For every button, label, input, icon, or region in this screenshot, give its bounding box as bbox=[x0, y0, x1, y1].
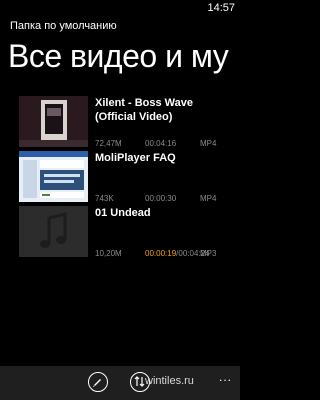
item-format: MP3 bbox=[200, 249, 217, 258]
status-bar: 14:57 bbox=[0, 0, 240, 16]
item-title: 01 Undead bbox=[95, 207, 151, 219]
item-size: 10,20M bbox=[95, 249, 122, 258]
title-container: Все видео и му bbox=[0, 30, 240, 80]
item-meta: 72,47M 00:04:16 MP4 bbox=[0, 139, 240, 149]
item-size: 743K bbox=[95, 194, 114, 203]
item-format: MP4 bbox=[200, 139, 217, 148]
video-list: Xilent - Boss Wave (Official Video) 72,4… bbox=[0, 96, 240, 261]
page-title[interactable]: Все видео и му bbox=[8, 34, 229, 78]
watermark: wintiles.ru bbox=[145, 375, 194, 387]
list-item[interactable]: MoliPlayer FAQ 743K 00:00:30 MP4 bbox=[0, 151, 240, 206]
played-time: 00:00:19 bbox=[145, 249, 177, 258]
clock: 14:57 bbox=[207, 2, 235, 14]
edit-button[interactable] bbox=[88, 372, 108, 392]
item-meta: 10,20M 00:00:19/00:04:24 MP3 bbox=[0, 249, 240, 259]
more-button[interactable]: ... bbox=[219, 370, 232, 384]
item-size: 72,47M bbox=[95, 139, 122, 148]
item-duration: 00:00:30 bbox=[145, 194, 177, 203]
item-title: MoliPlayer FAQ bbox=[95, 152, 176, 164]
app-bar: wintiles.ru ... bbox=[0, 366, 240, 400]
item-duration: 00:04:16 bbox=[145, 139, 177, 148]
item-format: MP4 bbox=[200, 194, 217, 203]
item-title: Xilent - Boss Wave (Official Video) bbox=[95, 97, 194, 123]
item-meta: 743K 00:00:30 MP4 bbox=[0, 194, 240, 204]
list-item[interactable]: Xilent - Boss Wave (Official Video) 72,4… bbox=[0, 96, 240, 151]
pencil-icon bbox=[93, 379, 101, 387]
list-item[interactable]: 01 Undead 10,20M 00:00:19/00:04:24 MP3 bbox=[0, 206, 240, 261]
